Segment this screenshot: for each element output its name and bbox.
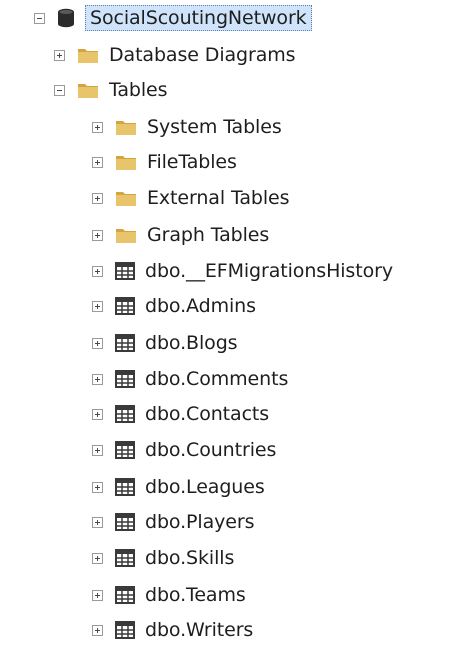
table-icon	[115, 370, 135, 388]
table-icon	[115, 513, 135, 531]
expand-toggle-icon[interactable]	[92, 300, 103, 312]
table-label[interactable]: dbo.__EFMigrationsHistory	[145, 258, 393, 284]
tree-node-graph-tables[interactable]: Graph Tables	[92, 222, 269, 248]
table-label[interactable]: dbo.Countries	[145, 437, 276, 463]
graph-tables-label[interactable]: Graph Tables	[147, 222, 269, 248]
tree-node-table[interactable]: dbo.Writers	[92, 617, 253, 643]
table-label[interactable]: dbo.Skills	[145, 545, 234, 571]
table-label[interactable]: dbo.Admins	[145, 293, 256, 319]
collapse-toggle-icon[interactable]	[34, 12, 45, 24]
folder-icon	[77, 46, 99, 64]
folder-icon	[77, 81, 99, 99]
table-icon	[115, 334, 135, 352]
expand-toggle-icon[interactable]	[92, 265, 103, 277]
table-icon	[115, 549, 135, 567]
tree-node-database-diagrams[interactable]: Database Diagrams	[54, 42, 296, 68]
table-label[interactable]: dbo.Comments	[145, 366, 288, 392]
table-icon	[115, 478, 135, 496]
folder-icon	[115, 118, 137, 136]
folder-icon	[115, 226, 137, 244]
expand-toggle-icon[interactable]	[92, 444, 103, 456]
tree-node-table[interactable]: dbo.Leagues	[92, 474, 265, 500]
table-icon	[115, 405, 135, 423]
tree-node-system-tables[interactable]: System Tables	[92, 114, 282, 140]
tree-node-table[interactable]: dbo.Skills	[92, 545, 234, 571]
expand-toggle-icon[interactable]	[92, 624, 103, 636]
tree-node-database[interactable]: SocialScoutingNetwork	[34, 5, 312, 31]
expand-toggle-icon[interactable]	[92, 589, 103, 601]
tree-node-table[interactable]: dbo.Countries	[92, 437, 276, 463]
table-label[interactable]: dbo.Writers	[145, 617, 253, 643]
table-icon	[115, 586, 135, 604]
table-icon	[115, 262, 135, 280]
expand-toggle-icon[interactable]	[92, 337, 103, 349]
table-label[interactable]: dbo.Teams	[145, 582, 246, 608]
expand-toggle-icon[interactable]	[54, 49, 65, 61]
system-tables-label[interactable]: System Tables	[147, 114, 282, 140]
table-icon	[115, 621, 135, 639]
table-label[interactable]: dbo.Blogs	[145, 330, 238, 356]
expand-toggle-icon[interactable]	[92, 552, 103, 564]
collapse-toggle-icon[interactable]	[54, 84, 65, 96]
tree-node-table[interactable]: dbo.Blogs	[92, 330, 238, 356]
table-label[interactable]: dbo.Leagues	[145, 474, 265, 500]
tree-node-external-tables[interactable]: External Tables	[92, 185, 290, 211]
database-icon	[57, 8, 75, 28]
tree-node-table[interactable]: dbo.Players	[92, 509, 254, 535]
tree-node-table[interactable]: dbo.Contacts	[92, 401, 269, 427]
expand-toggle-icon[interactable]	[92, 156, 103, 168]
folder-icon	[115, 189, 137, 207]
table-label[interactable]: dbo.Contacts	[145, 401, 269, 427]
tree-node-table[interactable]: dbo.__EFMigrationsHistory	[92, 258, 393, 284]
expand-toggle-icon[interactable]	[92, 121, 103, 133]
table-icon	[115, 441, 135, 459]
tree-node-filetables[interactable]: FileTables	[92, 149, 237, 175]
expand-toggle-icon[interactable]	[92, 481, 103, 493]
tree-node-table[interactable]: dbo.Admins	[92, 293, 256, 319]
tree-node-table[interactable]: dbo.Comments	[92, 366, 288, 392]
filetables-label[interactable]: FileTables	[147, 149, 237, 175]
tree-node-table[interactable]: dbo.Teams	[92, 582, 246, 608]
database-label[interactable]: SocialScoutingNetwork	[85, 5, 312, 31]
external-tables-label[interactable]: External Tables	[147, 185, 290, 211]
folder-icon	[115, 153, 137, 171]
database-diagrams-label[interactable]: Database Diagrams	[109, 42, 296, 68]
expand-toggle-icon[interactable]	[92, 229, 103, 241]
expand-toggle-icon[interactable]	[92, 408, 103, 420]
table-icon	[115, 297, 135, 315]
object-explorer-tree: SocialScoutingNetwork Database Diagrams …	[0, 0, 449, 653]
expand-toggle-icon[interactable]	[92, 373, 103, 385]
tree-node-tables[interactable]: Tables	[54, 77, 168, 103]
table-label[interactable]: dbo.Players	[145, 509, 254, 535]
tables-label[interactable]: Tables	[109, 77, 168, 103]
expand-toggle-icon[interactable]	[92, 192, 103, 204]
expand-toggle-icon[interactable]	[92, 516, 103, 528]
